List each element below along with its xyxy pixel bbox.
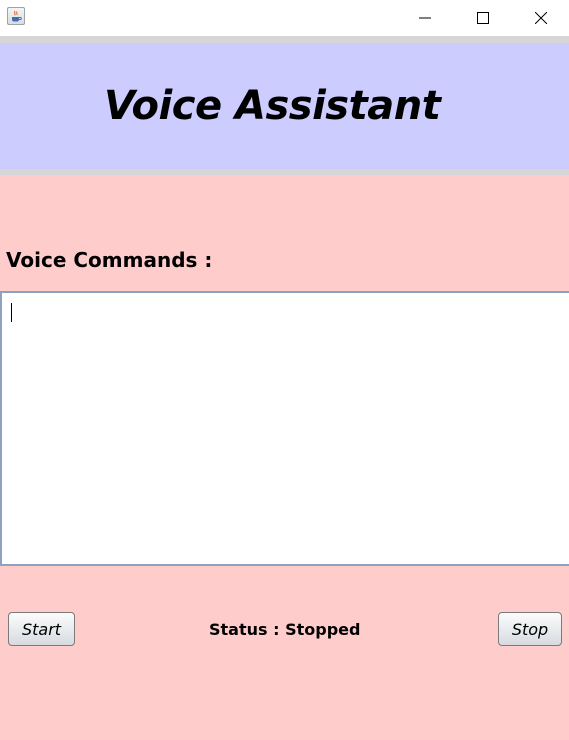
minimize-icon (419, 9, 431, 28)
minimize-button[interactable] (402, 0, 448, 36)
status-label: Status : Stopped (209, 620, 361, 639)
start-button[interactable]: Start (8, 612, 75, 646)
maximize-button[interactable] (460, 0, 506, 36)
close-button[interactable] (518, 0, 564, 36)
app-title: Voice Assistant (104, 83, 441, 129)
maximize-icon (477, 9, 489, 28)
text-caret (11, 303, 12, 322)
separator-top (0, 36, 569, 43)
close-icon (534, 9, 548, 28)
voice-commands-label: Voice Commands : (6, 248, 213, 272)
voice-commands-textarea[interactable] (0, 291, 569, 566)
stop-button[interactable]: Stop (498, 612, 562, 646)
java-icon (7, 7, 25, 25)
window-titlebar (0, 0, 569, 36)
